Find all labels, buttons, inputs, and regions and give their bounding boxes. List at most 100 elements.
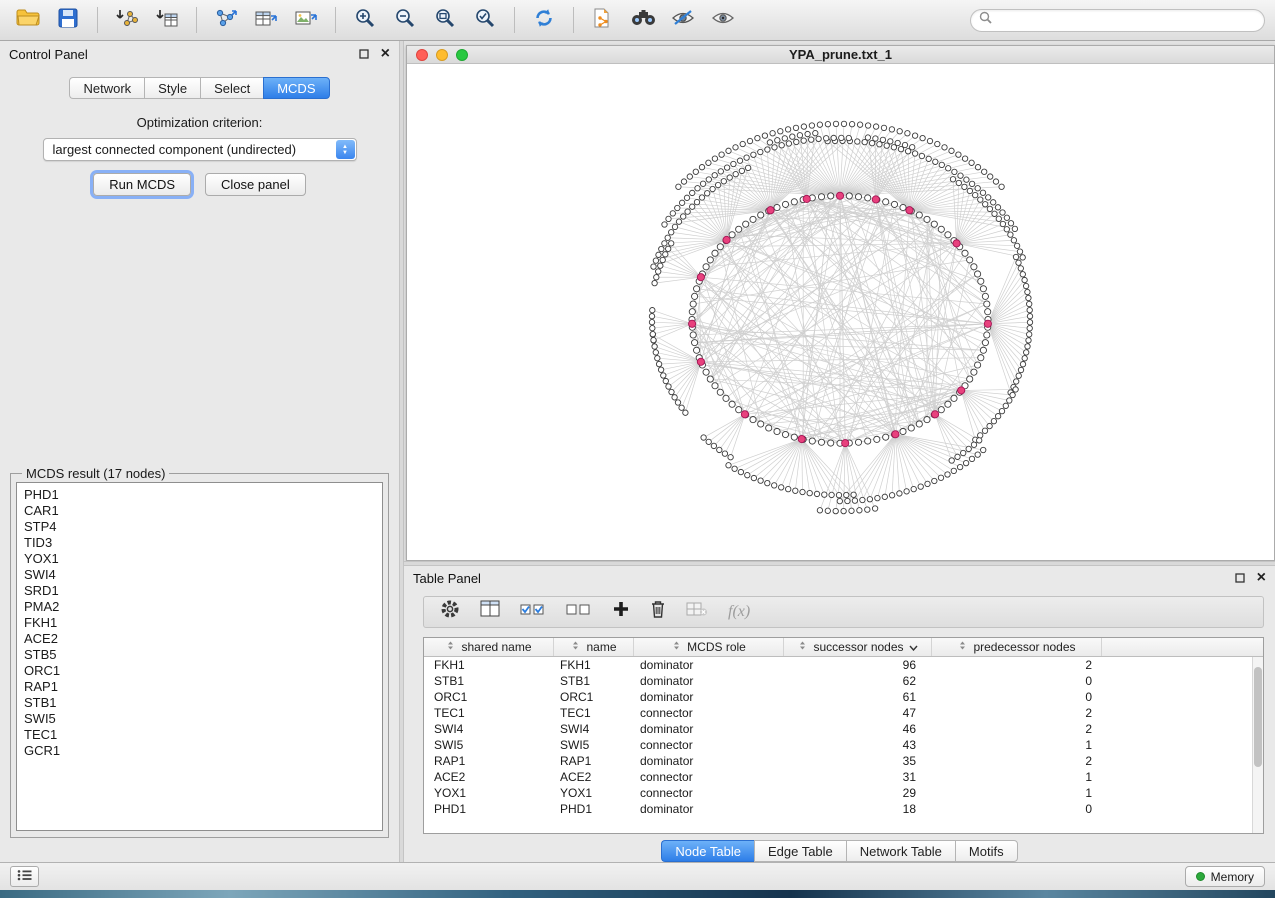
network-canvas-wrap — [407, 64, 1274, 560]
mcds-result-item[interactable]: TID3 — [24, 535, 382, 551]
table-row[interactable]: TEC1TEC1connector472 — [424, 705, 1252, 721]
mcds-result-item[interactable]: SRD1 — [24, 583, 382, 599]
tab-style[interactable]: Style — [144, 77, 200, 99]
scrollbar-thumb[interactable] — [1254, 667, 1262, 767]
table-row[interactable]: RAP1RAP1dominator352 — [424, 753, 1252, 769]
open-session-button[interactable] — [10, 5, 46, 35]
task-history-button[interactable] — [10, 866, 39, 887]
mcds-result-item[interactable]: TEC1 — [24, 727, 382, 743]
mcds-result-item[interactable]: RAP1 — [24, 679, 382, 695]
table-row[interactable]: ACE2ACE2connector311 — [424, 769, 1252, 785]
table-row[interactable]: YOX1YOX1connector291 — [424, 785, 1252, 801]
optimization-criterion-select[interactable]: largest connected component (undirected)… — [43, 138, 357, 161]
sort-icon — [445, 640, 456, 654]
mcds-result-item[interactable]: ORC1 — [24, 663, 382, 679]
table-row[interactable]: SWI5SWI5connector431 — [424, 737, 1252, 753]
mcds-result-item[interactable]: ACE2 — [24, 631, 382, 647]
memory-button[interactable]: Memory — [1185, 866, 1265, 887]
export-image-button[interactable] — [288, 5, 324, 35]
tab-mcds[interactable]: MCDS — [263, 77, 329, 99]
mcds-result-item[interactable]: GCR1 — [24, 743, 382, 759]
mcds-result-list[interactable]: PHD1CAR1STP4TID3YOX1SWI4SRD1PMA2FKH1ACE2… — [16, 482, 383, 831]
zoom-selected-button[interactable] — [467, 5, 503, 35]
export-network-button[interactable] — [208, 5, 244, 35]
tab-edge-table[interactable]: Edge Table — [754, 840, 846, 862]
add-column-button[interactable] — [612, 600, 630, 623]
search-network-button[interactable] — [625, 5, 661, 35]
network-window-titlebar[interactable]: YPA_prune.txt_1 — [407, 46, 1274, 64]
run-mcds-button[interactable]: Run MCDS — [93, 173, 191, 196]
table-cell: dominator — [634, 722, 784, 736]
minimize-window-icon[interactable] — [436, 49, 448, 61]
import-network-button[interactable] — [109, 5, 145, 35]
maximize-window-icon[interactable] — [456, 49, 468, 61]
tab-motifs[interactable]: Motifs — [955, 840, 1018, 862]
toolbar-search[interactable] — [970, 9, 1265, 32]
column-header-shared-name[interactable]: shared name — [424, 638, 554, 656]
tab-label: Network — [83, 81, 131, 96]
tab-network-table[interactable]: Network Table — [846, 840, 955, 862]
tab-node-table[interactable]: Node Table — [661, 840, 754, 862]
delete-column-button[interactable] — [650, 600, 666, 623]
function-builder-button[interactable]: f(x) — [728, 603, 750, 621]
export-table-button[interactable] — [248, 5, 284, 35]
mcds-result-item[interactable]: STB5 — [24, 647, 382, 663]
open-folder-icon — [16, 8, 41, 32]
mcds-result-item[interactable]: FKH1 — [24, 615, 382, 631]
column-header-name[interactable]: name — [554, 638, 634, 656]
select-all-button[interactable] — [520, 601, 546, 622]
table-row[interactable]: PHD1PHD1dominator180 — [424, 801, 1252, 817]
mcds-result-item[interactable]: SWI4 — [24, 567, 382, 583]
mcds-result-item[interactable]: STB1 — [24, 695, 382, 711]
table-cell: 43 — [784, 738, 932, 752]
tab-network[interactable]: Network — [69, 77, 144, 99]
zoom-out-button[interactable] — [387, 5, 423, 35]
zoom-selected-icon — [474, 7, 496, 34]
columns-icon — [480, 605, 500, 622]
close-panel-icon[interactable]: × — [1257, 570, 1266, 586]
mcds-result-item[interactable]: YOX1 — [24, 551, 382, 567]
mcds-buttons: Run MCDS Close panel — [0, 173, 399, 196]
table-cell: 47 — [784, 706, 932, 720]
table-scrollbar[interactable] — [1252, 657, 1263, 833]
search-input[interactable] — [998, 13, 1256, 27]
network-canvas[interactable] — [407, 64, 1274, 560]
table-cell: FKH1 — [554, 658, 634, 672]
mcds-result-item[interactable]: CAR1 — [24, 503, 382, 519]
mcds-result-item[interactable]: STP4 — [24, 519, 382, 535]
table-row[interactable]: ORC1ORC1dominator610 — [424, 689, 1252, 705]
refresh-view-button[interactable] — [526, 5, 562, 35]
zoom-fit-button[interactable] — [427, 5, 463, 35]
tab-label: Style — [158, 81, 187, 96]
show-columns-button[interactable] — [480, 600, 500, 623]
show-graphics-button[interactable] — [705, 5, 741, 35]
save-session-button[interactable] — [50, 5, 86, 35]
column-header-mcds-role[interactable]: MCDS role — [634, 638, 784, 656]
table-settings-button[interactable] — [440, 599, 460, 624]
mcds-result-item[interactable]: PHD1 — [24, 487, 382, 503]
close-window-icon[interactable] — [416, 49, 428, 61]
delete-table-button[interactable] — [686, 601, 708, 622]
table-cell: 2 — [932, 658, 1102, 672]
tab-select[interactable]: Select — [200, 77, 263, 99]
mcds-result-item[interactable]: SWI5 — [24, 711, 382, 727]
float-panel-icon[interactable] — [359, 47, 369, 62]
table-row[interactable]: FKH1FKH1dominator962 — [424, 657, 1252, 673]
toggle-graphics-details-button[interactable] — [665, 5, 701, 35]
deselect-all-button[interactable] — [566, 601, 592, 622]
table-row[interactable]: SWI4SWI4dominator462 — [424, 721, 1252, 737]
import-table-button[interactable] — [149, 5, 185, 35]
float-panel-icon[interactable] — [1235, 571, 1245, 586]
eye-slash-icon — [671, 9, 695, 32]
share-document-button[interactable] — [585, 5, 621, 35]
column-label: shared name — [461, 640, 531, 654]
close-panel-icon[interactable]: × — [381, 46, 390, 62]
close-panel-button[interactable]: Close panel — [205, 173, 306, 196]
mcds-result-item[interactable]: PMA2 — [24, 599, 382, 615]
sort-icon — [671, 640, 682, 654]
table-row[interactable]: STB1STB1dominator620 — [424, 673, 1252, 689]
column-header-successor-nodes[interactable]: successor nodes — [784, 638, 932, 656]
table-cell: 29 — [784, 786, 932, 800]
column-header-predecessor-nodes[interactable]: predecessor nodes — [932, 638, 1102, 656]
zoom-in-button[interactable] — [347, 5, 383, 35]
